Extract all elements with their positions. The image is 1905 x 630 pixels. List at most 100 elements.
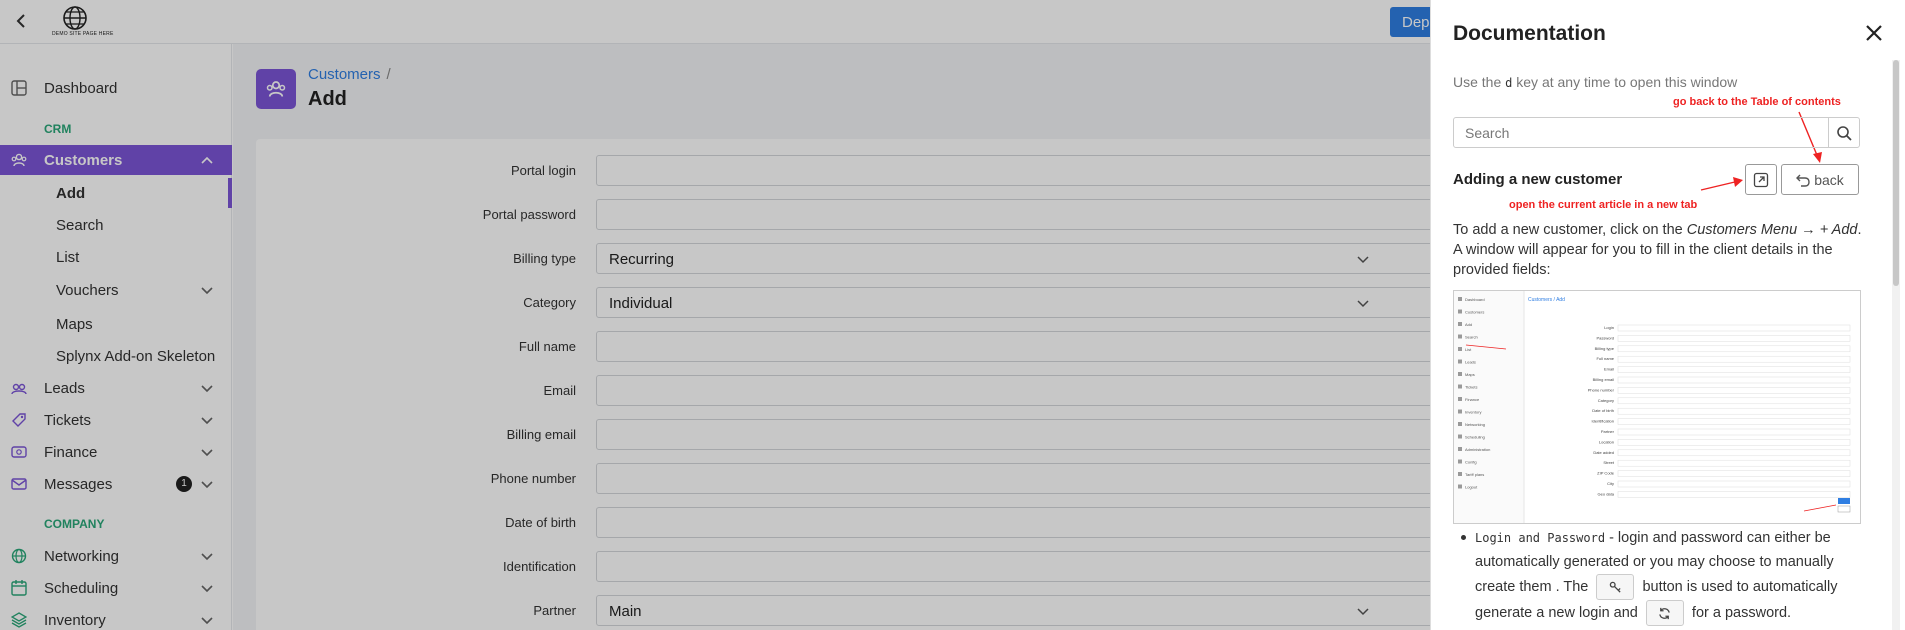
modal-backdrop[interactable] (0, 0, 1430, 630)
thumb-menu-label: Add (1465, 322, 1472, 327)
svg-text:Customers / Add: Customers / Add (1528, 297, 1565, 303)
thumb-field-label: City (1607, 481, 1614, 486)
thumb-menu-label: Config (1465, 460, 1477, 465)
scrollbar-thumb[interactable] (1893, 60, 1899, 286)
thumb-menu-label: Search (1465, 335, 1478, 340)
thumb-field-input (1617, 407, 1851, 415)
thumb-field-label: Date added (1593, 450, 1614, 455)
bullet-text-c: for a password. (1691, 604, 1792, 621)
thumb-menu-icon (1458, 472, 1462, 476)
thumb-field-input (1617, 449, 1851, 457)
thumb-field-input (1617, 387, 1851, 394)
key-button-illustration (1596, 574, 1635, 600)
thumb-menu-icon (1458, 384, 1462, 389)
thumb-menu-icon (1458, 397, 1462, 401)
article-paragraph: To add a new customer, click on the Cust… (1453, 220, 1863, 280)
thumb-field-label: Password (1596, 335, 1614, 340)
open-in-new-tab-button[interactable] (1745, 164, 1777, 195)
thumb-field-input (1617, 491, 1851, 498)
thumb-menu-label: Networking (1465, 422, 1485, 427)
thumb-field-label: Full name (1596, 356, 1614, 361)
thumb-menu-label: Maps (1465, 372, 1475, 377)
hint-text-after: key at any time to open this window (1516, 74, 1738, 90)
back-to-contents-button[interactable]: back (1781, 164, 1859, 195)
thumb-field-label: Billing email (1593, 377, 1614, 382)
thumb-menu-icon (1458, 422, 1462, 426)
documentation-scrollbar[interactable] (1892, 60, 1900, 630)
thumb-menu-label: Logout (1465, 485, 1478, 490)
thumb-field-input (1617, 335, 1851, 342)
thumb-field-label: Phone number (1588, 387, 1615, 392)
key-icon (1609, 581, 1621, 593)
paragraph-menu-path: Customers Menu → + Add (1686, 222, 1858, 238)
shortcut-key: d (1505, 76, 1513, 90)
thumb-menu-label: Tariff plans (1465, 472, 1484, 477)
thumb-field-input (1617, 366, 1851, 373)
thumb-field-input (1617, 397, 1851, 405)
thumb-field-input (1617, 470, 1851, 477)
screenshot-thumbnail: Dashboard Customers Add Search List Leads Maps… (1454, 291, 1851, 523)
thumb-menu-icon (1458, 484, 1462, 489)
thumb-field-input (1617, 355, 1851, 363)
thumb-menu-icon (1458, 347, 1462, 351)
article-screenshot-image[interactable]: Dashboard Customers Add Search List Leads Maps… (1453, 290, 1861, 524)
thumb-menu-label: Leads (1465, 360, 1476, 365)
thumb-field-label: Location (1599, 439, 1614, 444)
thumb-field-label: Date of birth (1592, 408, 1614, 413)
documentation-panel: Documentation Use the d key at any time … (1430, 0, 1905, 630)
thumb-menu-icon (1458, 359, 1462, 364)
thumb-menu-label: Finance (1465, 397, 1480, 402)
bullet-code: Login and Password (1475, 531, 1606, 545)
thumb-menu-icon (1458, 309, 1462, 314)
thumb-menu-icon (1458, 372, 1462, 376)
thumb-menu-icon (1458, 459, 1462, 464)
shortcut-hint: Use the d key at any time to open this w… (1453, 74, 1737, 90)
thumb-menu-icon (1458, 409, 1462, 414)
article-bullet-login-password: Login and Password - login and password … (1461, 526, 1867, 626)
documentation-search-button[interactable] (1828, 117, 1860, 148)
thumb-menu-icon (1458, 447, 1462, 451)
thumb-field-input (1617, 428, 1851, 436)
thumb-field-input (1617, 345, 1851, 353)
thumb-menu-label: Customers (1465, 310, 1484, 315)
thumb-field-label: Street (1603, 460, 1615, 465)
thumb-field-input (1617, 418, 1851, 425)
hint-text-before: Use the (1453, 74, 1502, 90)
annotation-newtab: open the current article in a new tab (1509, 199, 1698, 211)
refresh-icon (1659, 607, 1671, 619)
external-link-icon (1753, 172, 1769, 187)
documentation-title: Documentation (1453, 22, 1606, 45)
thumb-field-input (1617, 480, 1851, 488)
thumb-menu-icon (1458, 322, 1462, 326)
thumb-field-label: Category (1598, 398, 1614, 403)
thumb-menu-icon (1458, 334, 1462, 339)
thumb-field-input (1617, 376, 1851, 384)
thumb-menu-label: List (1465, 347, 1472, 352)
thumb-field-label: ZIP Code (1597, 471, 1615, 476)
refresh-button-illustration (1645, 600, 1684, 626)
search-icon (1837, 125, 1852, 141)
thumb-field-input (1617, 439, 1851, 446)
thumb-field-input (1617, 324, 1851, 332)
thumb-field-label: Geo data (1598, 491, 1615, 496)
close-icon[interactable] (1863, 22, 1885, 44)
thumb-field-label: Partner (1601, 429, 1615, 434)
thumb-menu-label: Inventory (1465, 410, 1481, 415)
thumb-menu-icon (1458, 297, 1462, 301)
thumb-field-label: Billing type (1595, 346, 1615, 351)
article-title: Adding a new customer (1453, 171, 1623, 188)
thumb-field-input (1617, 459, 1851, 467)
annotation-arrow-newtab (1700, 177, 1743, 191)
documentation-search-input[interactable]: Search (1453, 117, 1829, 148)
thumb-menu-icon (1458, 434, 1462, 439)
thumb-menu-label: Tickets (1465, 385, 1478, 390)
paragraph-text-a: To add a new customer, click on the (1453, 222, 1683, 238)
thumb-field-label: Login (1604, 325, 1614, 330)
thumb-menu-label: Administration (1465, 447, 1490, 452)
back-button-label: back (1814, 171, 1844, 188)
annotation-back: go back to the Table of contents (1673, 96, 1841, 108)
thumb-field-label: Identification (1592, 419, 1614, 424)
thumb-menu-label: Dashboard (1465, 297, 1485, 302)
thumb-menu-label: Scheduling (1465, 435, 1485, 440)
thumb-field-label: Email (1604, 367, 1614, 372)
